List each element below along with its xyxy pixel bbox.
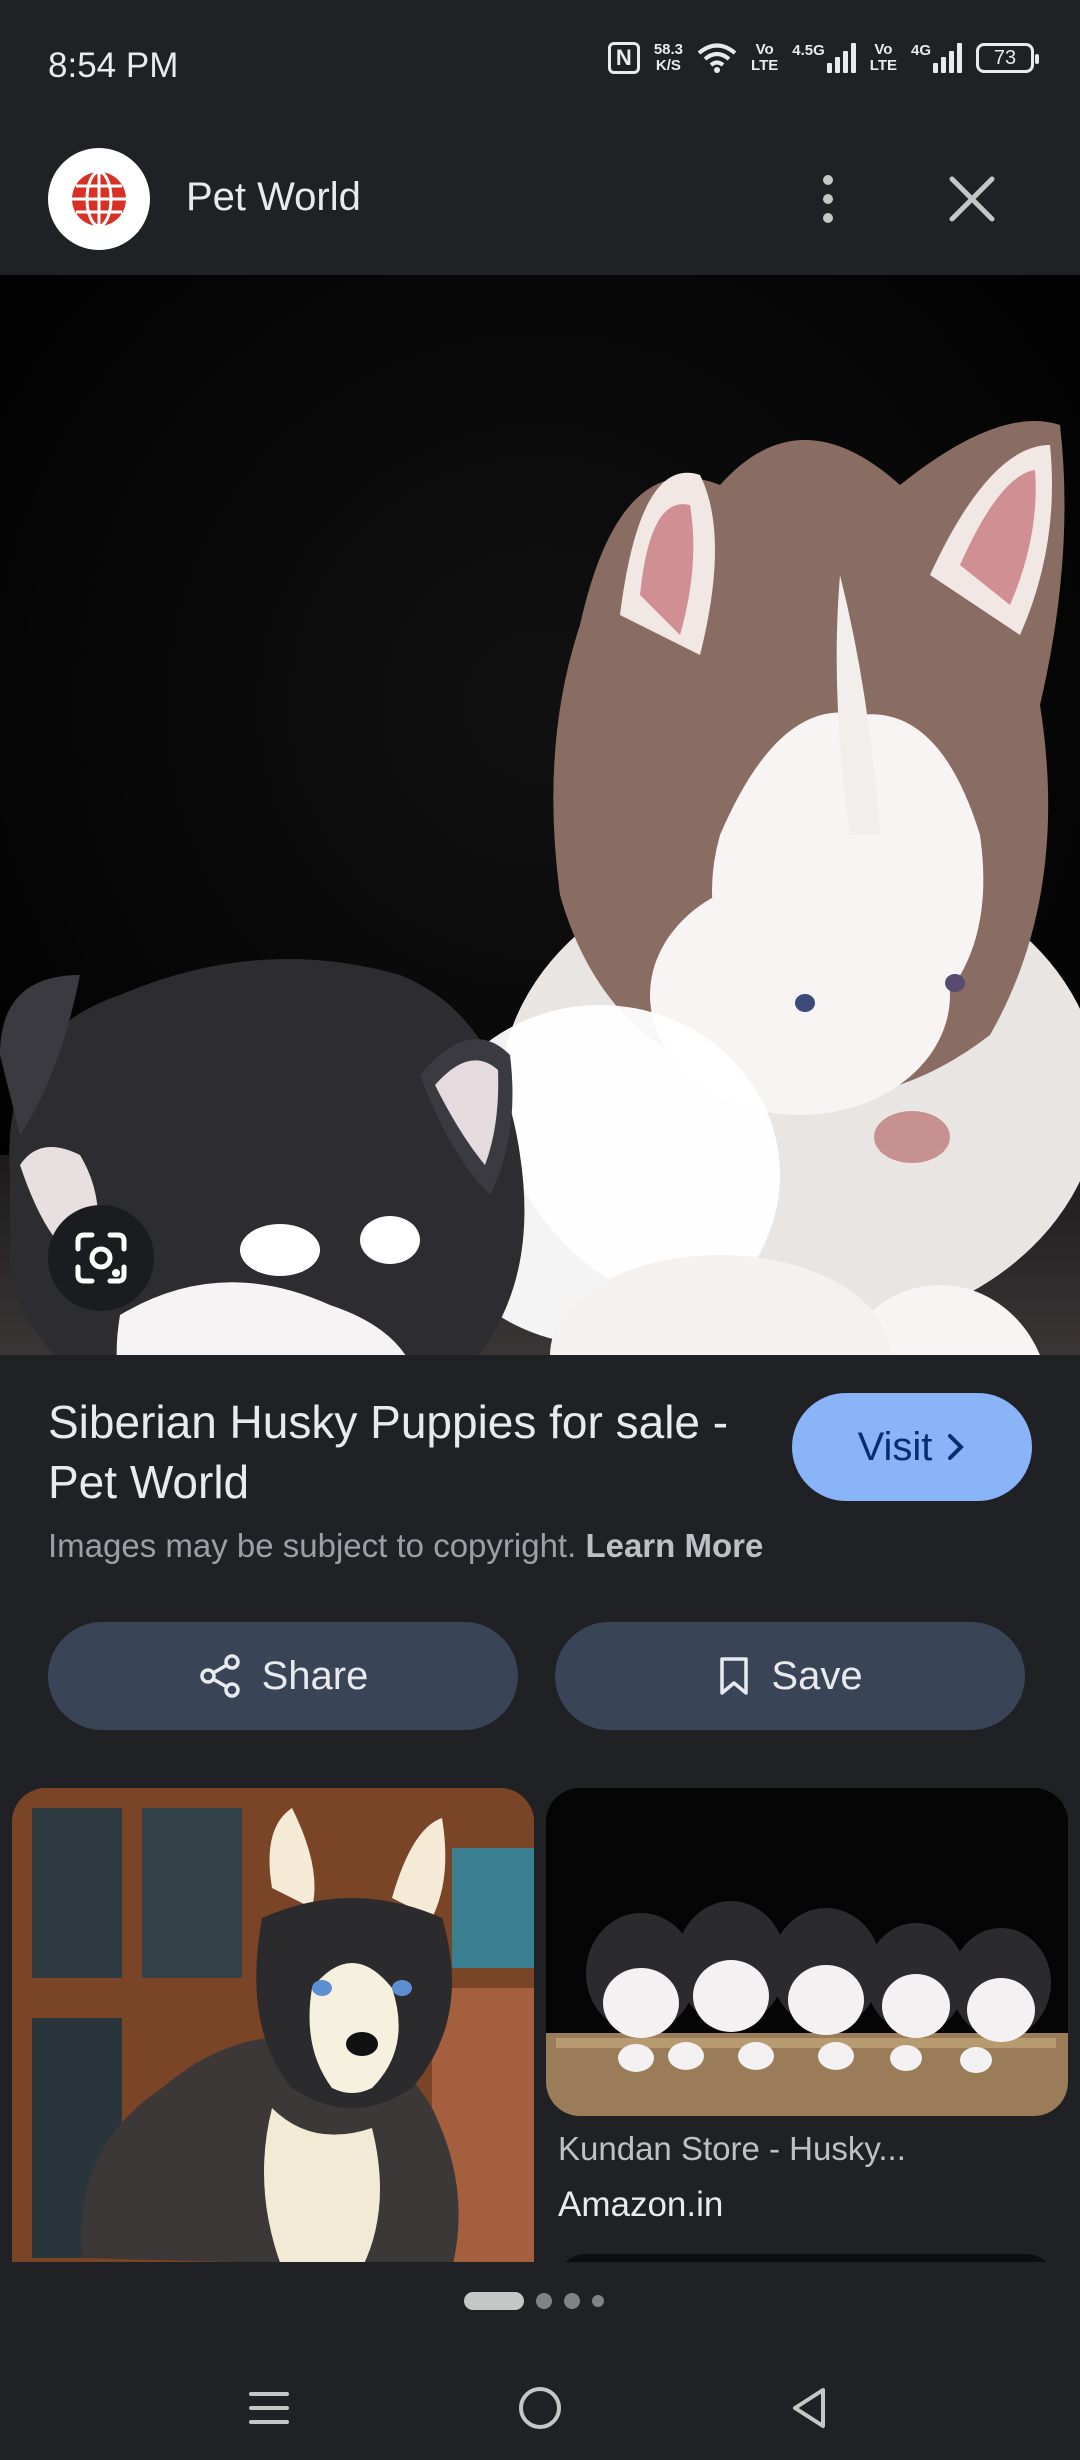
recents-button[interactable]: [224, 2372, 314, 2444]
signal-2: 4G: [911, 43, 962, 73]
related-card-2-source[interactable]: Amazon.in: [558, 2185, 723, 2225]
system-nav-bar: [0, 2350, 1080, 2460]
google-lens-button[interactable]: [48, 1205, 154, 1311]
copyright-notice: Images may be subject to copyright. Lear…: [48, 1527, 763, 1565]
nfc-icon: N: [607, 42, 640, 74]
signal-icon: [933, 43, 962, 73]
net-speed-unit: K/S: [655, 57, 681, 74]
share-button[interactable]: Share: [48, 1622, 518, 1730]
home-button[interactable]: [495, 2372, 585, 2444]
husky-litter-image: [546, 1788, 1068, 2116]
back-icon: [793, 2388, 825, 2428]
lens-icon: [75, 1232, 127, 1284]
volte-2-top: Vo: [874, 41, 893, 58]
volte-1: Vo LTE: [751, 42, 778, 74]
close-button[interactable]: [942, 163, 1002, 235]
related-card-1[interactable]: [12, 1788, 534, 2268]
close-icon: [949, 176, 995, 222]
net-speed-value: 58.3: [653, 41, 684, 58]
main-image[interactable]: [0, 275, 1080, 1355]
related-card-2-title[interactable]: Kundan Store - Husky...: [558, 2130, 906, 2168]
status-time: 8:54 PM: [48, 46, 179, 85]
page-indicator: [464, 2292, 604, 2310]
site-logo[interactable]: [48, 148, 150, 250]
chevron-right-icon: [948, 1434, 965, 1460]
status-bar: 8:54 PM N 58.3 K/S Vo LTE 4.5G Vo LTE 4G: [0, 0, 1080, 135]
home-icon: [519, 2387, 561, 2429]
result-title[interactable]: Siberian Husky Puppies for sale - Pet Wo…: [48, 1392, 768, 1512]
learn-more-link[interactable]: Learn More: [585, 1527, 763, 1564]
husky-puppy-image: [12, 1788, 534, 2268]
save-button[interactable]: Save: [555, 1622, 1025, 1730]
volte-2-bottom: LTE: [869, 57, 897, 74]
volte-1-bottom: LTE: [751, 57, 779, 74]
visit-button[interactable]: Visit: [792, 1393, 1032, 1501]
battery-icon: 73: [976, 43, 1039, 73]
more-vert-icon: [823, 175, 833, 185]
page-dot: [592, 2295, 604, 2307]
volte-1-top: Vo: [755, 41, 774, 58]
save-label: Save: [771, 1653, 863, 1698]
share-icon: [199, 1654, 240, 1698]
net-speed: 58.3 K/S: [654, 42, 683, 74]
back-button[interactable]: [764, 2372, 854, 2444]
status-icons: N 58.3 K/S Vo LTE 4.5G Vo LTE 4G 73: [607, 42, 1039, 74]
site-title[interactable]: Pet World: [186, 175, 361, 220]
net-type-1: 4.5G: [792, 42, 825, 59]
copyright-text: Images may be subject to copyright.: [48, 1527, 577, 1564]
bookmark-icon: [720, 1657, 749, 1695]
page-dot: [536, 2293, 552, 2309]
net-type-2: 4G: [910, 42, 931, 59]
signal-icon: [826, 43, 856, 73]
globe-logo-icon: [72, 170, 126, 228]
battery-level: 73: [993, 46, 1017, 69]
signal-1: 4.5G: [792, 43, 856, 73]
share-label: Share: [261, 1653, 369, 1698]
related-card-2-image[interactable]: [546, 1788, 1068, 2116]
volte-2: Vo LTE: [870, 42, 897, 74]
page-dot: [564, 2293, 580, 2309]
wifi-icon: [697, 43, 737, 73]
menu-icon: [249, 2392, 289, 2424]
viewer-header: Pet World: [0, 135, 1080, 275]
visit-label: Visit: [857, 1424, 933, 1469]
page-dot-active: [464, 2292, 524, 2310]
more-options-button[interactable]: [806, 163, 850, 235]
husky-puppies-image: [0, 275, 1080, 1355]
